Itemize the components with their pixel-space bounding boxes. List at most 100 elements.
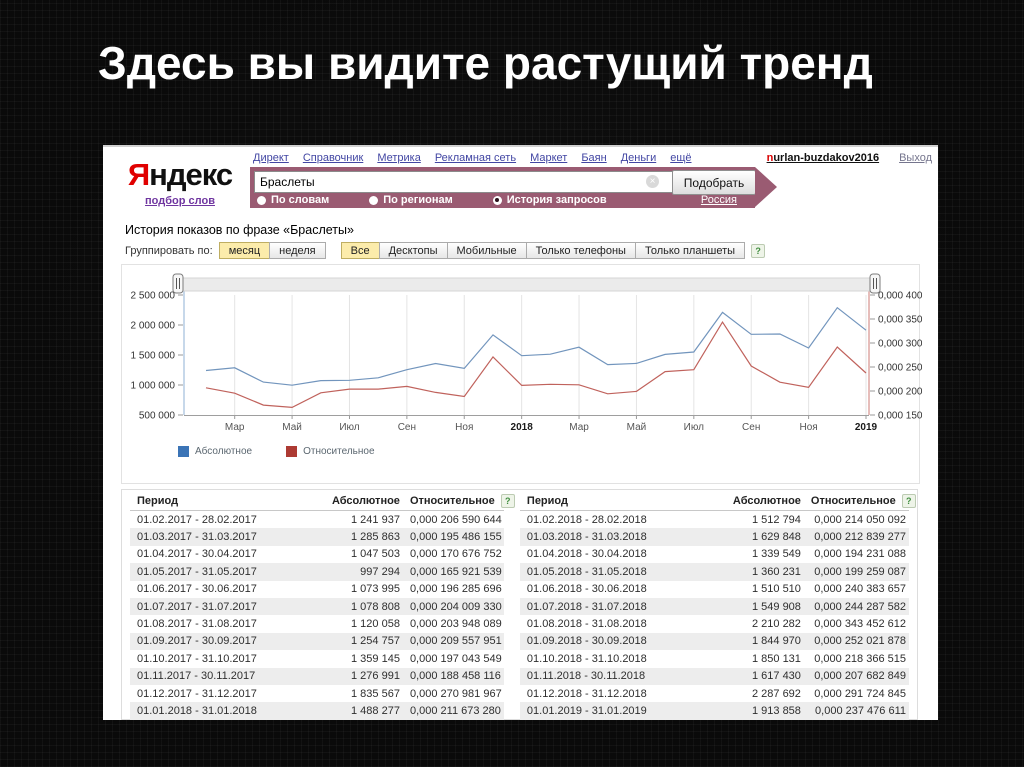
relative-cell: 0,000 209 557 951 (402, 632, 504, 651)
yandex-logo[interactable]: Яндекс подбор слов (125, 159, 235, 207)
legend-item[interactable]: Относительное (286, 446, 375, 457)
svg-text:1 500 000: 1 500 000 (131, 351, 176, 362)
table-row: 01.12.2017 - 31.12.2017 1 835 567 0,000 27… (130, 685, 504, 702)
svg-text:500 000: 500 000 (139, 411, 176, 422)
col-header: Период (130, 493, 302, 511)
period-cell: 01.10.2018 - 31.10.2018 (526, 652, 647, 665)
table-row: 01.10.2018 - 31.10.2018 1 850 131 0,000 21… (520, 650, 909, 667)
range-handle-right[interactable] (869, 273, 881, 294)
svg-text:Ноя: Ноя (455, 422, 473, 433)
table-row: 01.05.2018 - 31.05.2018 1 360 231 0,000 19… (519, 563, 909, 581)
col-header: Абсолютное (698, 493, 804, 511)
wordstat-link[interactable]: подбор слов (145, 195, 215, 207)
submit-button[interactable]: Подобрать (672, 170, 756, 195)
table-row: 01.03.2017 - 31.03.2017 1 285 863 0,000 19… (130, 528, 504, 546)
device-tab[interactable]: Только телефоны (525, 242, 636, 259)
logout-link[interactable]: Выход (899, 152, 932, 164)
absolute-cell: 1 254 757 (301, 632, 403, 651)
svg-text:Ноя: Ноя (800, 422, 818, 433)
period-cell: 01.04.2018 - 30.04.2018 (526, 548, 647, 561)
clear-icon[interactable]: × (646, 175, 659, 188)
relative-cell: 0,000 211 673 280 (402, 702, 504, 720)
table-row: 01.06.2017 - 30.06.2017 1 073 995 0,000 19… (130, 581, 504, 598)
table-row: 01.11.2018 - 30.11.2018 1 617 430 0,000 20… (519, 667, 909, 685)
search-input[interactable] (254, 171, 681, 193)
period-cell: 01.04.2017 - 30.04.2017 (137, 548, 257, 561)
logo-rest: ндекс (149, 157, 233, 192)
absolute-cell: 1 360 231 (698, 563, 804, 581)
relative-cell: 0,000 165 921 539 (402, 563, 504, 581)
table-row: 01.09.2017 - 30.09.2017 1 254 757 0,000 20… (130, 632, 504, 651)
radio-option[interactable]: По словам (257, 194, 329, 206)
absolute-cell: 997 294 (301, 563, 403, 581)
svg-text:0,000 300: 0,000 300 (878, 339, 923, 350)
nav-link[interactable]: ещё (670, 152, 691, 164)
legend-item[interactable]: Абсолютное (178, 446, 252, 457)
nav-link[interactable]: Баян (581, 152, 606, 164)
table-row: 01.02.2017 - 28.02.2017 1 241 937 0,000 20… (130, 511, 504, 529)
relative-cell: 0,000 195 486 155 (402, 528, 504, 546)
top-nav-links: Директ Справочник Метрика Рекламная сеть Мар… (253, 152, 692, 164)
absolute-cell: 1 276 991 (301, 667, 403, 685)
history-chart: Мар Май Июл Сен Ноя 2018 Мар Май Июл Сен Ноя 2019 2 … (121, 264, 923, 484)
nav-link[interactable]: Директ (253, 152, 289, 164)
period-cell: 01.10.2017 - 31.10.2017 (137, 652, 257, 665)
slide-title: Здесь вы видите растущий тренд (98, 37, 873, 89)
radio-option[interactable]: По регионам (369, 194, 453, 206)
period-cell: 01.01.2018 - 31.01.2018 (130, 702, 302, 720)
device-tab[interactable]: Мобильные (446, 242, 527, 259)
radio-icon[interactable] (369, 195, 379, 205)
absolute-cell: 1 617 430 (698, 667, 804, 685)
range-handle-left[interactable] (172, 273, 184, 294)
chart-legend: Абсолютное Относительное (178, 446, 375, 457)
region-link[interactable]: Россия (701, 194, 737, 206)
period-cell: 01.12.2017 - 31.12.2017 (137, 687, 257, 700)
nav-link[interactable]: Маркет (530, 152, 567, 164)
absolute-cell: 1 488 277 (301, 702, 403, 720)
column-help-icon[interactable]: ? (901, 494, 916, 508)
absolute-cell: 1 549 908 (698, 597, 804, 616)
nav-link[interactable]: Справочник (303, 152, 364, 164)
radio-icon[interactable] (492, 195, 502, 205)
period-cell: 01.06.2018 - 30.06.2018 (526, 583, 647, 596)
nav-link[interactable]: Деньги (621, 152, 657, 164)
absolute-cell: 1 844 970 (698, 632, 804, 651)
period-cell: 01.05.2018 - 31.05.2018 (519, 563, 699, 581)
absolute-cell: 1 512 794 (751, 513, 801, 526)
absolute-cell: 1 835 567 (351, 687, 400, 700)
group-by-button[interactable]: месяц (218, 242, 271, 259)
relative-cell: 0,000 252 021 878 (803, 632, 909, 651)
device-tab[interactable]: Все (340, 242, 380, 259)
radio-icon[interactable] (257, 195, 266, 205)
absolute-cell: 1 285 863 (301, 528, 403, 546)
radio-selected[interactable]: История запросов (492, 194, 607, 206)
svg-text:2 000 000: 2 000 000 (131, 321, 176, 332)
nav-link[interactable]: Метрика (377, 152, 421, 164)
table-row: 01.06.2018 - 30.06.2018 1 510 510 0,000 24… (520, 581, 909, 598)
filter-row: Группировать по: месяц неделя Все Десктопы… (125, 241, 766, 260)
column-help-icon[interactable]: ? (500, 494, 515, 508)
nav-link[interactable]: Рекламная сеть (435, 152, 516, 164)
svg-text:2 500 000: 2 500 000 (131, 291, 176, 302)
relative-cell: 0,000 204 009 330 (402, 597, 504, 616)
user-account-link[interactable]: nurlan-buzdakov2016 (767, 152, 880, 164)
relative-cell: 0,000 199 259 087 (803, 563, 909, 581)
table-row: 01.08.2018 - 31.08.2018 2 210 282 0,000 34… (520, 615, 909, 632)
svg-text:0,000 150: 0,000 150 (878, 411, 923, 422)
table-row: 01.05.2017 - 31.05.2017 997 294 0,000 165 … (130, 563, 504, 581)
logo-text: Яндекс (125, 159, 235, 190)
group-by-button[interactable]: неделя (269, 242, 326, 259)
period-cell: 01.08.2017 - 31.08.2017 (137, 618, 257, 631)
period-cell: 01.11.2018 - 30.11.2018 (519, 667, 699, 685)
period-cell: 01.01.2019 - 31.01.2019 (519, 702, 699, 720)
top-nav: Директ Справочник Метрика Рекламная сеть Мар… (253, 152, 932, 164)
absolute-cell: 1 241 937 (351, 513, 400, 526)
relative-cell: 0,000 196 285 696 (409, 583, 502, 596)
relative-cell: 0,000 343 452 612 (814, 618, 906, 631)
svg-text:0,000 350: 0,000 350 (878, 315, 923, 326)
device-tab[interactable]: Десктопы (378, 242, 448, 259)
absolute-cell: 1 339 549 (751, 548, 801, 561)
device-tab[interactable]: Только планшеты (634, 242, 746, 259)
tabs-help-icon[interactable]: ? (751, 243, 766, 258)
stats-table-2017: Период Абсолютное Относительное? 01.02.2017… (130, 493, 515, 720)
